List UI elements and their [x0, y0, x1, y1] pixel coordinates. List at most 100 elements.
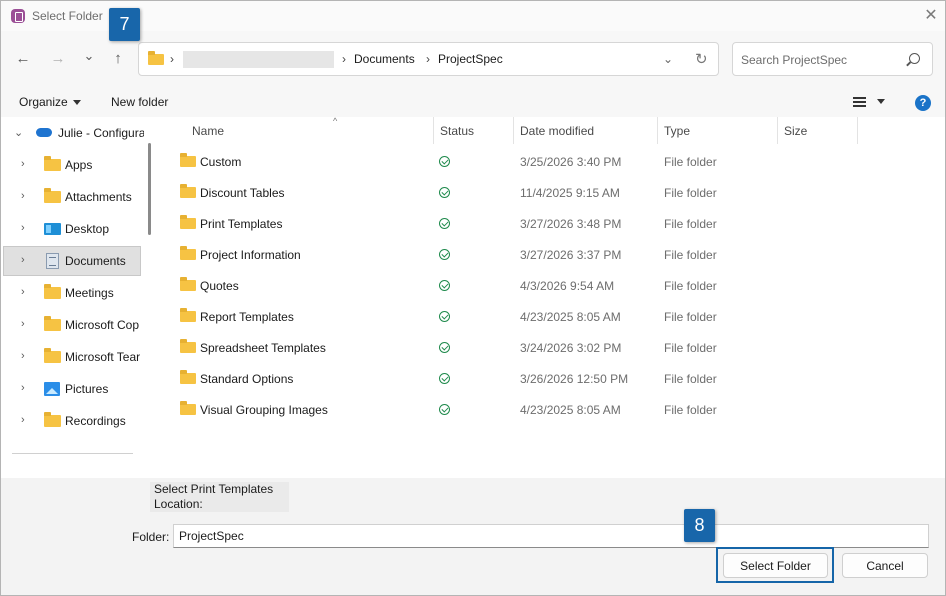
file-name: Discount Tables [200, 186, 285, 200]
tree-item-microsoft-teams[interactable]: › Microsoft Tear [3, 342, 141, 372]
up-arrow-icon[interactable]: ↑ [108, 50, 128, 68]
column-header-label: Size [784, 124, 808, 138]
folder-icon [180, 339, 196, 353]
table-row[interactable]: Report Templates 4/23/2025 8:05 AM File fo… [174, 302, 854, 333]
tree-item-meetings[interactable]: › Meetings [3, 278, 141, 308]
synced-status-icon [439, 311, 450, 322]
file-type: File folder [664, 248, 717, 262]
cancel-button[interactable]: Cancel [842, 553, 928, 578]
description-line: Location: [154, 497, 203, 511]
column-header-size[interactable]: Size [778, 117, 858, 144]
tree-item-documents[interactable]: › Documents [3, 246, 141, 276]
file-name: Visual Grouping Images [200, 403, 328, 417]
table-row[interactable]: Standard Options 3/26/2026 12:50 PM File f… [174, 364, 854, 395]
synced-status-icon [439, 373, 450, 384]
folder-icon [44, 156, 61, 171]
breadcrumb-redacted [183, 51, 334, 68]
table-row[interactable]: Discount Tables 11/4/2025 9:15 AM File fol… [174, 178, 854, 209]
tree-item-recordings[interactable]: › Recordings [3, 406, 141, 436]
chevron-right-icon[interactable]: › [21, 190, 25, 202]
tree-item-desktop[interactable]: › Desktop [3, 214, 141, 244]
address-bar[interactable]: › › Documents › ProjectSpec ⌄ ↻ [138, 42, 719, 76]
synced-status-icon [439, 280, 450, 291]
documents-icon [46, 253, 59, 269]
tree-item-attachments[interactable]: › Attachments [3, 182, 141, 212]
new-folder-button[interactable]: New folder [111, 95, 168, 109]
chevron-down-icon[interactable]: ⌄ [14, 126, 23, 139]
table-row[interactable]: Quotes 4/3/2026 9:54 AM File folder [174, 271, 854, 302]
file-list: Name ^ Status Date modified Type Size Cu… [156, 116, 945, 478]
recent-locations-chevron-icon[interactable]: ⌄ [79, 47, 99, 65]
tree-item-label: Microsoft Cop [65, 318, 140, 332]
tree-scrollbar[interactable] [148, 143, 151, 235]
chevron-right-icon[interactable]: › [21, 254, 25, 266]
column-header-label: Status [440, 124, 475, 138]
help-icon[interactable]: ? [915, 95, 931, 111]
tree-item-label: Microsoft Tear [65, 350, 141, 364]
folder-input[interactable] [173, 524, 929, 548]
forward-arrow-icon[interactable]: → [48, 50, 68, 68]
file-date-modified: 4/23/2025 8:05 AM [520, 310, 621, 324]
synced-status-icon [439, 156, 450, 167]
file-type: File folder [664, 403, 717, 417]
column-header-name[interactable]: Name ^ [186, 116, 434, 144]
synced-status-icon [439, 342, 450, 353]
tree-item-label: Desktop [65, 222, 110, 236]
table-row[interactable]: Project Information 3/27/2026 3:37 PM File… [174, 240, 854, 271]
folder-icon [180, 401, 196, 415]
folder-icon [180, 308, 196, 322]
chevron-right-icon[interactable]: › [21, 318, 25, 330]
column-header-date-modified[interactable]: Date modified [514, 117, 658, 144]
address-dropdown-chevron-icon[interactable]: ⌄ [663, 52, 673, 66]
search-box [732, 42, 933, 76]
tree-item-pictures[interactable]: › Pictures [3, 374, 141, 404]
search-input[interactable] [741, 51, 901, 68]
tree-item-apps[interactable]: › Apps [3, 150, 141, 180]
table-row[interactable]: Spreadsheet Templates 3/24/2026 3:02 PM Fi… [174, 333, 854, 364]
back-arrow-icon[interactable]: ← [13, 50, 33, 68]
table-row[interactable]: Print Templates 3/27/2026 3:48 PM File fol… [174, 209, 854, 240]
close-icon[interactable]: ✕ [921, 6, 941, 26]
navigation-pane: ⌄ Julie - Configura › Apps › Attachments… [1, 117, 156, 478]
app-logo-icon [11, 9, 25, 23]
synced-status-icon [439, 218, 450, 229]
refresh-icon[interactable]: ↻ [695, 50, 708, 68]
file-type: File folder [664, 310, 717, 324]
breadcrumb-separator: › [342, 52, 346, 66]
column-header-label: Date modified [520, 124, 595, 138]
table-row[interactable]: Custom 3/25/2026 3:40 PM File folder [174, 147, 854, 178]
breadcrumb-documents[interactable]: Documents [354, 52, 415, 66]
title-bar: Select Folder ✕ [1, 1, 945, 31]
breadcrumb-separator: › [426, 52, 430, 66]
tree-item-microsoft-copilot[interactable]: › Microsoft Cop [3, 310, 141, 340]
tree-item-onedrive[interactable]: ⌄ Julie - Configura [3, 118, 144, 148]
view-options-icon[interactable] [853, 97, 866, 107]
chevron-right-icon[interactable]: › [21, 414, 25, 426]
file-type: File folder [664, 155, 717, 169]
chevron-right-icon[interactable]: › [21, 350, 25, 362]
chevron-right-icon[interactable]: › [21, 158, 25, 170]
file-name: Print Templates [200, 217, 283, 231]
table-row[interactable]: Visual Grouping Images 4/23/2025 8:05 AM F… [174, 395, 854, 426]
folder-icon [180, 153, 196, 167]
file-name: Project Information [200, 248, 301, 262]
caret-down-icon [72, 100, 81, 106]
breadcrumb-projectspec[interactable]: ProjectSpec [438, 52, 503, 66]
column-header-status[interactable]: Status [434, 117, 514, 144]
folder-icon [180, 370, 196, 384]
file-name: Spreadsheet Templates [200, 341, 326, 355]
chevron-right-icon[interactable]: › [21, 286, 25, 298]
select-folder-button[interactable]: Select Folder [723, 553, 828, 578]
organize-menu[interactable]: Organize [19, 95, 81, 109]
column-header-type[interactable]: Type [658, 117, 778, 144]
tree-item-label: Meetings [65, 286, 114, 300]
view-dropdown-caret-icon[interactable] [877, 99, 885, 104]
folder-icon [44, 316, 61, 331]
file-date-modified: 4/23/2025 8:05 AM [520, 403, 621, 417]
search-icon[interactable] [909, 53, 920, 64]
column-header-label: Type [664, 124, 691, 138]
cloud-icon [36, 128, 52, 137]
navigation-bar: ← → ⌄ ↑ › › Documents › ProjectSpec ⌄ ↻ [1, 31, 945, 87]
chevron-right-icon[interactable]: › [21, 222, 25, 234]
chevron-right-icon[interactable]: › [21, 382, 25, 394]
